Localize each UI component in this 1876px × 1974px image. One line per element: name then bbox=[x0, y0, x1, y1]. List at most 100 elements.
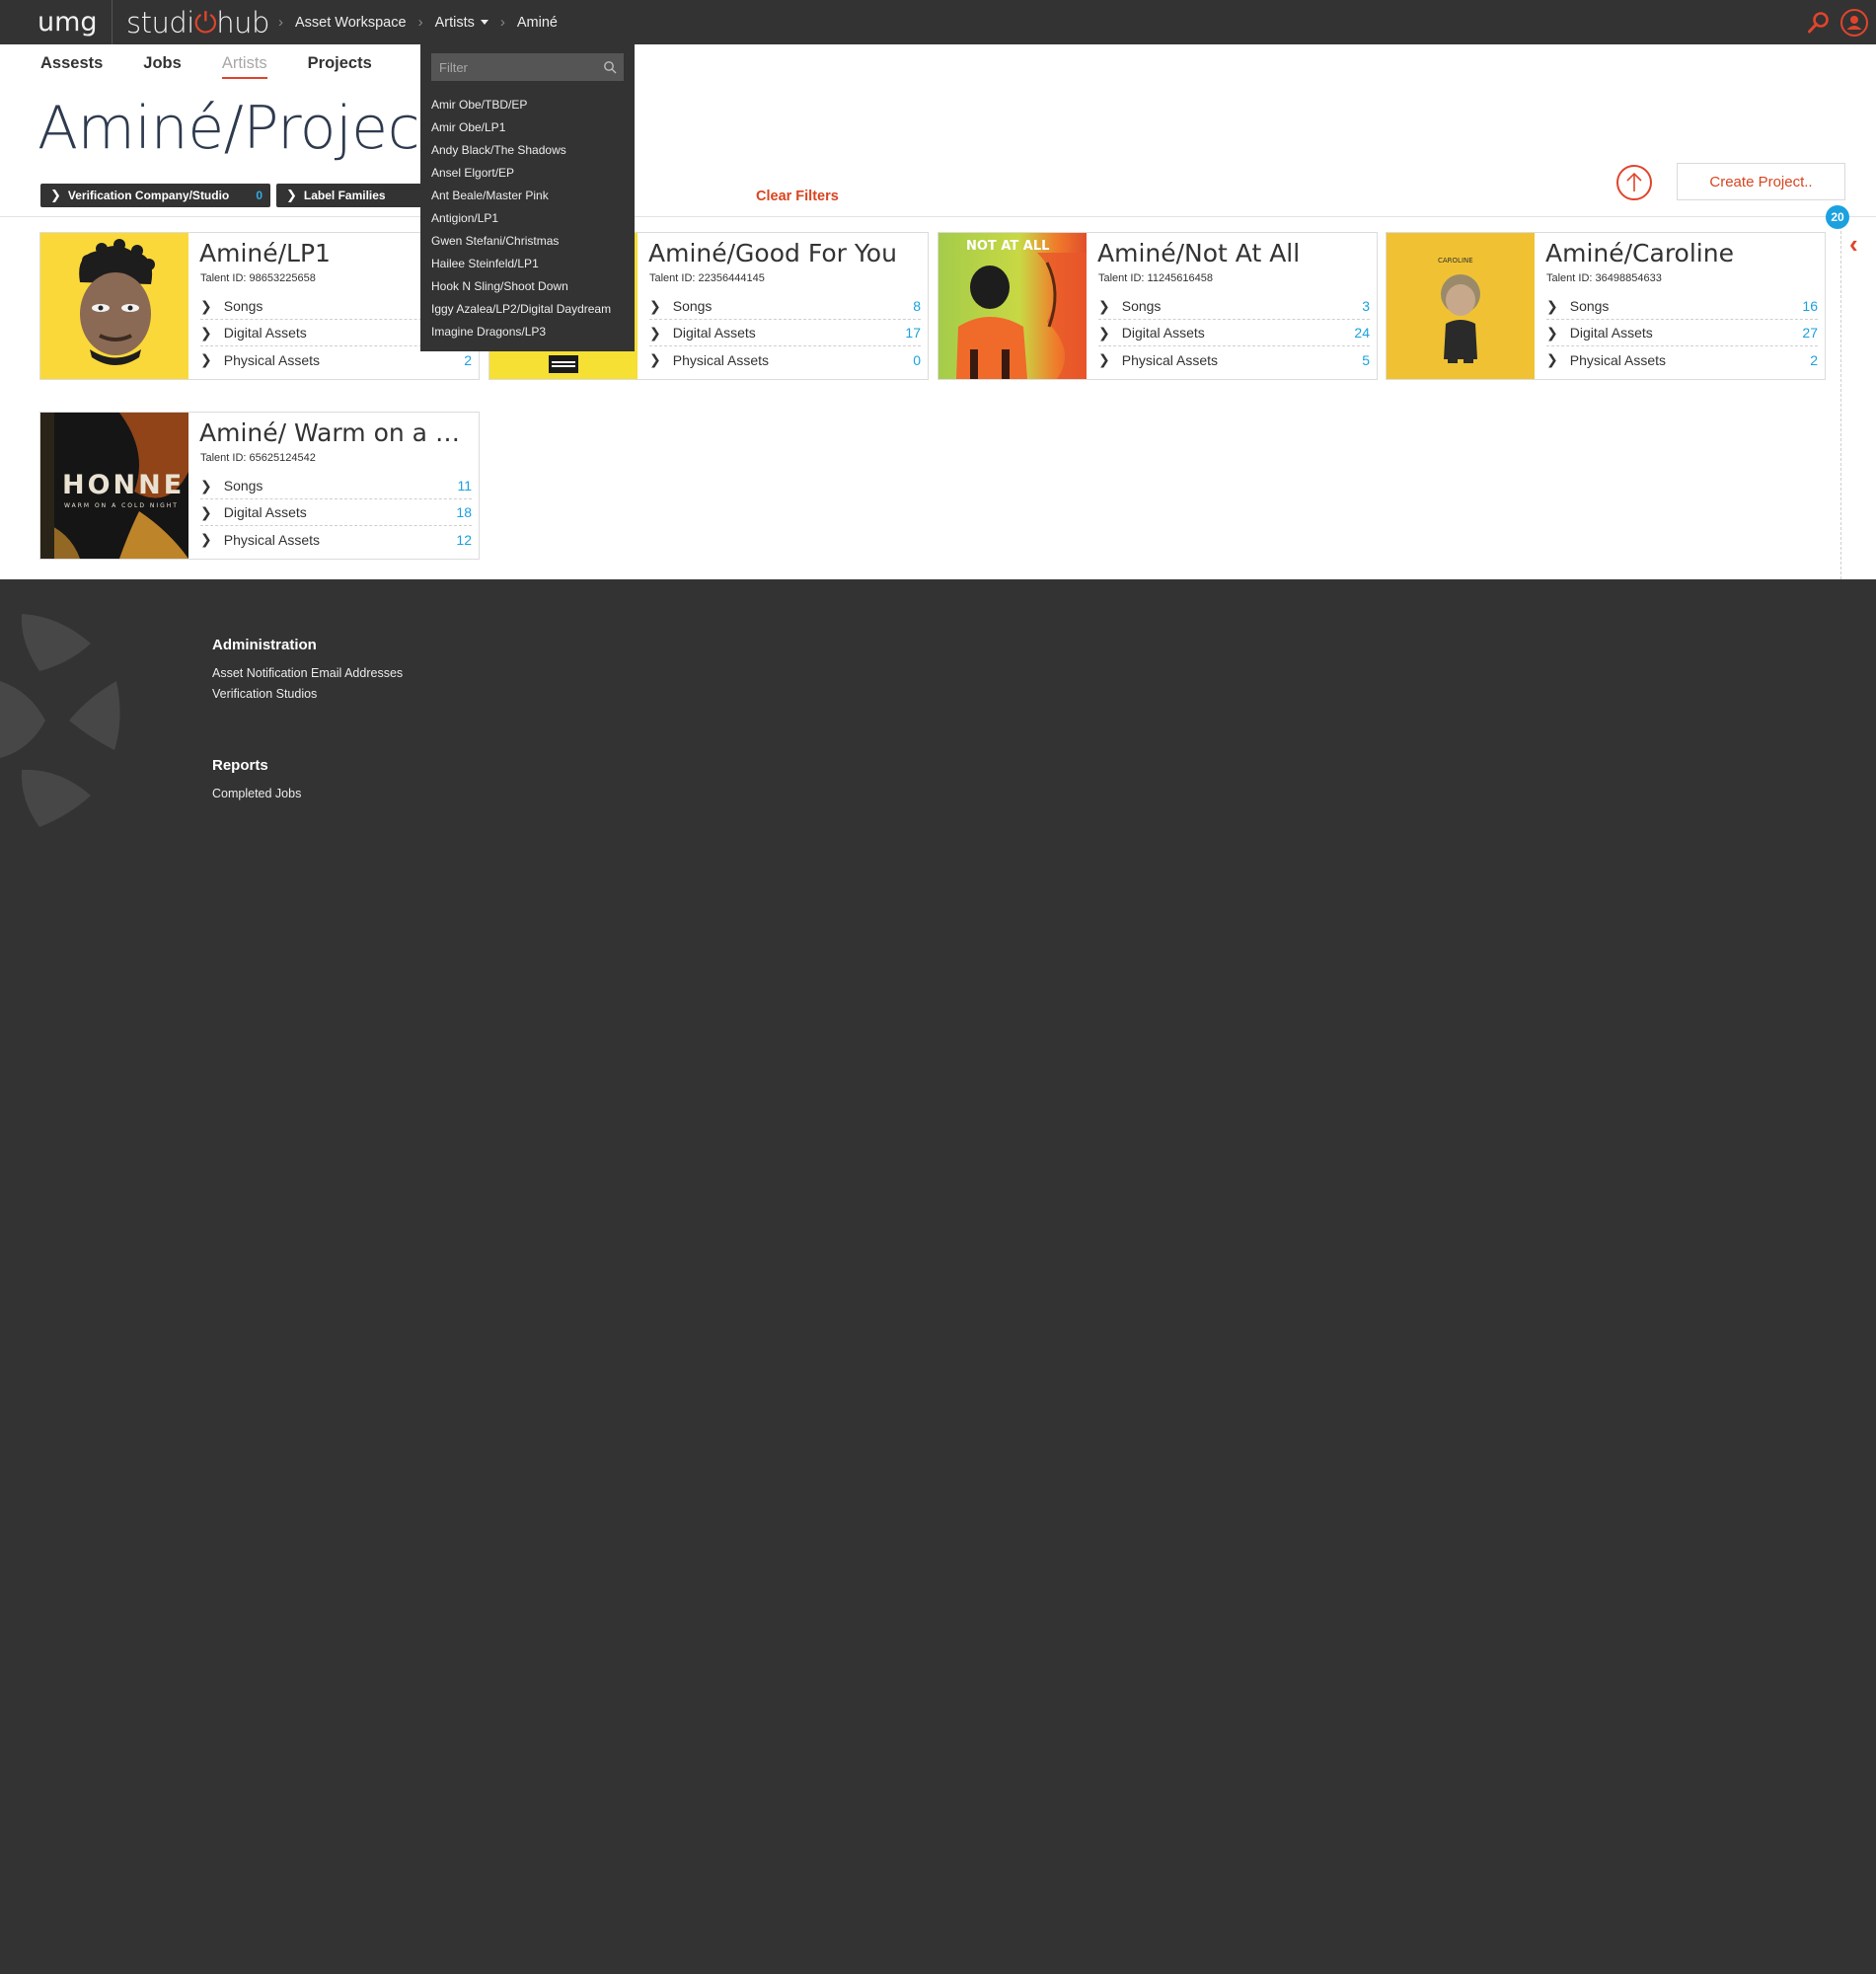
tab-assests[interactable]: Assests bbox=[40, 54, 103, 79]
artwork-text: NOT AT ALL bbox=[966, 239, 1049, 254]
breadcrumb-artists-label: Artists bbox=[434, 14, 475, 31]
songs-row[interactable]: ❯ Songs 16 bbox=[1546, 293, 1818, 320]
stat-label: Songs bbox=[1569, 298, 1610, 314]
talent-id-value: 65625124542 bbox=[249, 452, 316, 464]
chevron-right-icon: ❯ bbox=[1546, 324, 1558, 341]
chevron-right-icon: ❯ bbox=[1098, 324, 1110, 341]
dropdown-item[interactable]: Hailee Steinfeld/LP1 bbox=[431, 253, 611, 275]
stat-label: Physical Assets bbox=[223, 351, 320, 368]
umg-logo[interactable]: umg bbox=[38, 4, 99, 39]
digital-assets-row[interactable]: ❯ Digital Assets 27 bbox=[1546, 320, 1818, 346]
songs-row[interactable]: ❯ Songs 8 bbox=[649, 293, 921, 320]
create-project-button[interactable]: Create Project.. bbox=[1677, 163, 1845, 200]
project-card[interactable]: CAROLINE Aminé/Caroline Talent ID: 36498… bbox=[1386, 232, 1826, 380]
top-bar: umg studi⏻hub › Asset Workspace › Artist… bbox=[0, 0, 1876, 44]
talent-id-label: Talent ID: bbox=[1546, 272, 1593, 284]
main-content: Assests Jobs Artists Projects Aminé/Proj… bbox=[0, 44, 1876, 579]
digital-assets-row[interactable]: ❯ Digital Assets 17 bbox=[649, 320, 921, 346]
project-card[interactable]: Aminé/LP1 Talent ID: 98653225658 ❯ Songs … bbox=[39, 232, 480, 380]
chevron-right-icon: ❯ bbox=[200, 351, 212, 367]
studiohub-logo[interactable]: studi⏻hub bbox=[126, 6, 269, 40]
svg-text:umg: umg bbox=[38, 7, 98, 38]
chevron-right-icon: ❯ bbox=[1098, 297, 1110, 314]
upload-button[interactable] bbox=[1616, 165, 1652, 200]
stat-label: Songs bbox=[1121, 298, 1162, 314]
clear-filters-link[interactable]: Clear Filters bbox=[756, 189, 839, 204]
dropdown-item[interactable]: Amir Obe/TBD/EP bbox=[431, 94, 611, 116]
physical-assets-row[interactable]: ❯ Physical Assets 0 bbox=[649, 346, 921, 373]
project-card[interactable]: HONNE WARM ON A COLD NIGHT Aminé/ Warm o… bbox=[39, 412, 480, 560]
stat-value: 27 bbox=[1802, 325, 1818, 341]
stat-label: Physical Assets bbox=[223, 531, 320, 548]
songs-row[interactable]: ❯ Songs 11 bbox=[200, 473, 472, 499]
dropdown-filter-input[interactable] bbox=[431, 53, 624, 81]
project-card[interactable]: NOT AT ALL Aminé/Not At All Talent ID: 1… bbox=[938, 232, 1378, 380]
chevron-right-icon: ❯ bbox=[200, 324, 212, 341]
page-title: Aminé/Projects bbox=[38, 94, 473, 163]
stat-label: Digital Assets bbox=[223, 504, 307, 520]
dropdown-item[interactable]: Hook N Sling/Shoot Down bbox=[431, 275, 611, 298]
tab-projects[interactable]: Projects bbox=[308, 54, 372, 79]
footer-link[interactable]: Completed Jobs bbox=[212, 784, 301, 804]
side-panel-rail bbox=[1840, 216, 1841, 579]
talent-id-value: 36498854633 bbox=[1595, 272, 1662, 284]
project-title[interactable]: Aminé/Good For You bbox=[648, 239, 923, 267]
physical-assets-row[interactable]: ❯ Physical Assets 2 bbox=[1546, 346, 1818, 373]
physical-assets-row[interactable]: ❯ Physical Assets 12 bbox=[200, 526, 472, 553]
search-icon[interactable] bbox=[1807, 11, 1831, 35]
footer-link[interactable]: Verification Studios bbox=[212, 684, 403, 705]
stat-value: 3 bbox=[1362, 298, 1370, 314]
notification-badge[interactable]: 20 bbox=[1826, 205, 1849, 229]
talent-id-label: Talent ID: bbox=[200, 452, 247, 464]
stat-label: Digital Assets bbox=[1121, 325, 1205, 341]
digital-assets-row[interactable]: ❯ Digital Assets 24 bbox=[1098, 320, 1370, 346]
breadcrumb-asset-workspace[interactable]: Asset Workspace bbox=[295, 15, 407, 31]
chevron-left-icon[interactable]: ‹ bbox=[1849, 229, 1858, 260]
user-icon[interactable] bbox=[1840, 9, 1868, 37]
stat-value: 0 bbox=[913, 351, 921, 368]
talent-id-value: 11245616458 bbox=[1147, 272, 1214, 284]
footer-link[interactable]: Asset Notification Email Addresses bbox=[212, 663, 403, 684]
talent-id: Talent ID: 65625124542 bbox=[200, 452, 316, 464]
talent-id-label: Talent ID: bbox=[200, 272, 247, 284]
project-title[interactable]: Aminé/Caroline bbox=[1545, 239, 1820, 267]
tab-artists[interactable]: Artists bbox=[221, 54, 267, 79]
stat-value: 24 bbox=[1354, 325, 1370, 341]
stat-value: 2 bbox=[464, 351, 472, 368]
album-art: CAROLINE bbox=[1387, 233, 1535, 379]
project-title[interactable]: Aminé/ Warm on a Co... bbox=[199, 418, 474, 447]
chevron-right-icon: ❯ bbox=[200, 297, 212, 314]
stat-label: Songs bbox=[223, 478, 263, 494]
dropdown-item[interactable]: Andy Black/The Shadows bbox=[431, 139, 611, 162]
dropdown-item[interactable]: Gwen Stefani/Christmas bbox=[431, 230, 611, 253]
stat-label: Physical Assets bbox=[1569, 351, 1666, 368]
project-title[interactable]: Aminé/Not At All bbox=[1097, 239, 1372, 267]
talent-id-value: 98653225658 bbox=[249, 272, 316, 284]
chevron-right-icon: › bbox=[278, 14, 283, 31]
chevron-right-icon: ❯ bbox=[50, 188, 61, 202]
dropdown-item[interactable]: Iggy Azalea/LP2/Digital Daydream bbox=[431, 298, 611, 321]
dropdown-item[interactable]: Ant Beale/Master Pink bbox=[431, 185, 611, 207]
filter-verification-studio[interactable]: ❯ Verification Company/Studio 0 bbox=[40, 184, 270, 207]
dropdown-item[interactable]: Amir Obe/LP1 bbox=[431, 116, 611, 139]
arrow-up-icon bbox=[1626, 172, 1642, 191]
talent-id: Talent ID: 11245616458 bbox=[1098, 272, 1213, 284]
artists-dropdown: Amir Obe/TBD/EP Amir Obe/LP1 Andy Black/… bbox=[420, 44, 635, 351]
dropdown-item[interactable]: Antigion/LP1 bbox=[431, 207, 611, 230]
talent-id: Talent ID: 22356444145 bbox=[649, 272, 765, 284]
physical-assets-row[interactable]: ❯ Physical Assets 5 bbox=[1098, 346, 1370, 373]
tab-jobs[interactable]: Jobs bbox=[143, 54, 182, 79]
stat-value: 5 bbox=[1362, 351, 1370, 368]
talent-id-label: Talent ID: bbox=[649, 272, 696, 284]
breadcrumb-artists[interactable]: Artists bbox=[435, 15, 488, 31]
dropdown-item[interactable]: Imagine Dragons/LP3 bbox=[431, 321, 611, 343]
songs-row[interactable]: ❯ Songs 3 bbox=[1098, 293, 1370, 320]
stat-label: Digital Assets bbox=[1569, 325, 1653, 341]
footer-heading: Reports bbox=[212, 757, 268, 774]
dropdown-item[interactable]: Ansel Elgort/EP bbox=[431, 162, 611, 185]
breadcrumb: › Asset Workspace › Artists › Aminé bbox=[266, 0, 558, 44]
digital-assets-row[interactable]: ❯ Digital Assets 18 bbox=[200, 499, 472, 526]
album-art bbox=[40, 233, 188, 379]
chevron-right-icon: ❯ bbox=[649, 324, 661, 341]
chevron-right-icon: ❯ bbox=[200, 477, 212, 494]
